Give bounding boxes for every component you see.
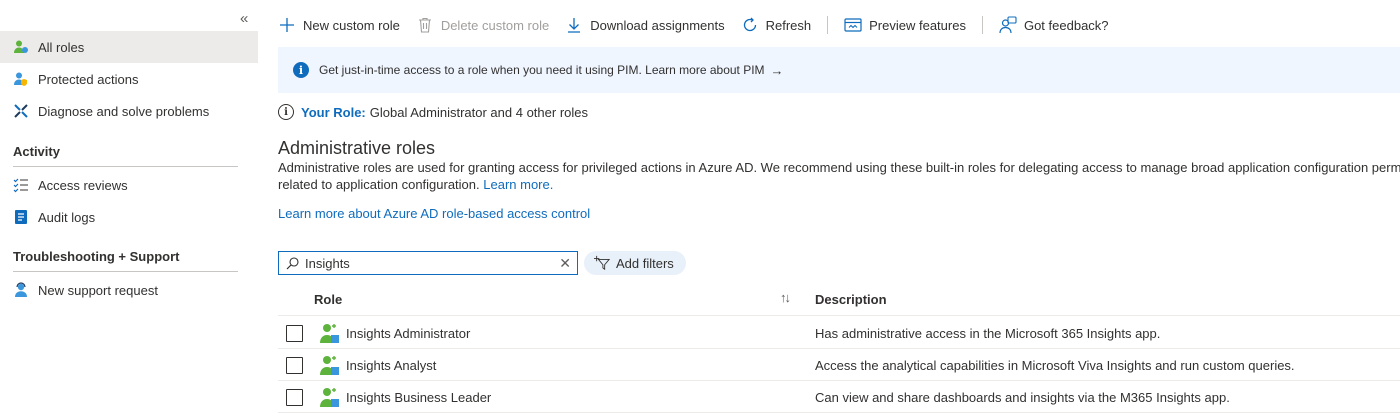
new-custom-role-label: New custom role <box>303 17 400 33</box>
pim-info-banner: i Get just-in-time access to a role when… <box>278 47 1400 93</box>
toolbar-divider <box>981 16 983 34</box>
info-outline-icon: i <box>278 104 294 120</box>
table-row: Insights Administrator Has administrativ… <box>278 317 1400 349</box>
refresh-button[interactable]: Refresh <box>741 16 812 34</box>
new-custom-role-button[interactable]: New custom role <box>278 16 400 34</box>
preview-features-button[interactable]: Preview features <box>844 16 966 34</box>
table-row: Insights Analyst Access the analytical c… <box>278 349 1400 381</box>
download-assignments-button[interactable]: Download assignments <box>565 16 725 34</box>
command-bar: New custom role Delete custom role Downl… <box>278 11 1125 39</box>
download-icon <box>565 16 583 34</box>
role-icon <box>320 324 339 343</box>
collapse-nav-icon[interactable]: « <box>240 10 248 27</box>
role-name[interactable]: Insights Analyst <box>346 358 436 373</box>
your-role-label[interactable]: Your Role: <box>301 105 366 120</box>
protected-actions-icon <box>13 71 29 87</box>
role-icon <box>320 356 339 375</box>
audit-logs-icon <box>13 209 29 225</box>
nav-item-diagnose[interactable]: Diagnose and solve problems <box>0 95 258 127</box>
role-search-box: ✕ <box>278 251 578 275</box>
row-checkbox[interactable] <box>286 325 303 342</box>
sort-icon[interactable]: ↑↓ <box>780 290 791 305</box>
nav-item-protected-actions[interactable]: Protected actions <box>0 63 258 95</box>
nav-item-label: New support request <box>38 282 158 298</box>
feedback-button[interactable]: Got feedback? <box>999 16 1109 34</box>
section-heading-troubleshooting: Troubleshooting + Support <box>13 249 238 272</box>
column-header-description: Description <box>815 292 887 307</box>
feedback-person-icon <box>999 16 1017 34</box>
nav-item-label: Protected actions <box>38 71 139 87</box>
feedback-label: Got feedback? <box>1023 17 1109 33</box>
learn-more-link[interactable]: Learn more. <box>483 177 553 192</box>
your-role-line: i Your Role: Global Administrator and 4 … <box>278 104 588 120</box>
left-nav: « All roles Protected actions Diagnose a… <box>0 0 258 416</box>
nav-item-new-support-request[interactable]: New support request <box>0 274 258 306</box>
delete-custom-role-label: Delete custom role <box>440 17 550 33</box>
refresh-icon <box>741 16 759 34</box>
delete-custom-role-button[interactable]: Delete custom role <box>416 16 549 34</box>
role-name[interactable]: Insights Administrator <box>346 326 470 341</box>
description-line-1: Administrative roles are used for granti… <box>278 160 1400 175</box>
column-header-role[interactable]: Role <box>314 292 342 307</box>
add-filters-button[interactable]: Add filters <box>584 251 686 275</box>
nav-item-access-reviews[interactable]: Access reviews <box>0 169 258 201</box>
section-heading-activity: Activity <box>13 144 238 167</box>
info-icon: i <box>293 62 309 78</box>
roles-table-header: Role ↑↓ Description <box>278 284 1400 316</box>
row-checkbox[interactable] <box>286 357 303 374</box>
pim-banner-text[interactable]: Get just-in-time access to a role when y… <box>319 63 765 77</box>
row-checkbox[interactable] <box>286 389 303 406</box>
role-description: Can view and share dashboards and insigh… <box>815 390 1230 405</box>
clear-search-icon[interactable]: ✕ <box>559 255 571 272</box>
page-title: Administrative roles <box>278 138 436 158</box>
all-roles-icon <box>13 39 29 55</box>
role-description: Access the analytical capabilities in Mi… <box>815 358 1295 373</box>
nav-item-label: All roles <box>38 39 85 55</box>
preview-features-label: Preview features <box>869 17 966 33</box>
role-description: Has administrative access in the Microso… <box>815 326 1161 341</box>
nav-item-audit-logs[interactable]: Audit logs <box>0 201 258 233</box>
wrench-icon <box>13 103 29 119</box>
support-person-icon <box>13 282 29 298</box>
nav-item-all-roles[interactable]: All roles <box>0 31 258 63</box>
add-filters-label: Add filters <box>616 255 674 271</box>
toolbar-divider <box>827 16 829 34</box>
page-description: Administrative roles are used for granti… <box>278 159 1400 193</box>
plus-icon <box>278 16 296 34</box>
description-line-2-text: related to application configuration. <box>278 177 480 192</box>
add-filter-icon <box>594 255 610 271</box>
nav-item-label: Audit logs <box>38 209 96 225</box>
trash-icon <box>416 16 434 34</box>
description-line-2: related to application configuration. Le… <box>278 176 1400 193</box>
table-row: Insights Business Leader Can view and sh… <box>278 381 1400 413</box>
nav-item-label: Diagnose and solve problems <box>38 103 210 119</box>
search-input[interactable] <box>305 255 560 271</box>
your-role-value: Global Administrator and 4 other roles <box>369 104 588 120</box>
role-icon <box>320 388 339 407</box>
download-assignments-label: Download assignments <box>590 17 725 33</box>
refresh-label: Refresh <box>765 17 812 33</box>
role-name[interactable]: Insights Business Leader <box>346 390 491 405</box>
arrow-right-icon[interactable]: → <box>771 63 784 78</box>
rbac-learn-more-link[interactable]: Learn more about Azure AD role-based acc… <box>278 206 590 221</box>
search-icon <box>285 256 299 270</box>
preview-features-icon <box>844 16 862 34</box>
nav-item-label: Access reviews <box>38 177 128 193</box>
access-reviews-icon <box>13 177 29 193</box>
